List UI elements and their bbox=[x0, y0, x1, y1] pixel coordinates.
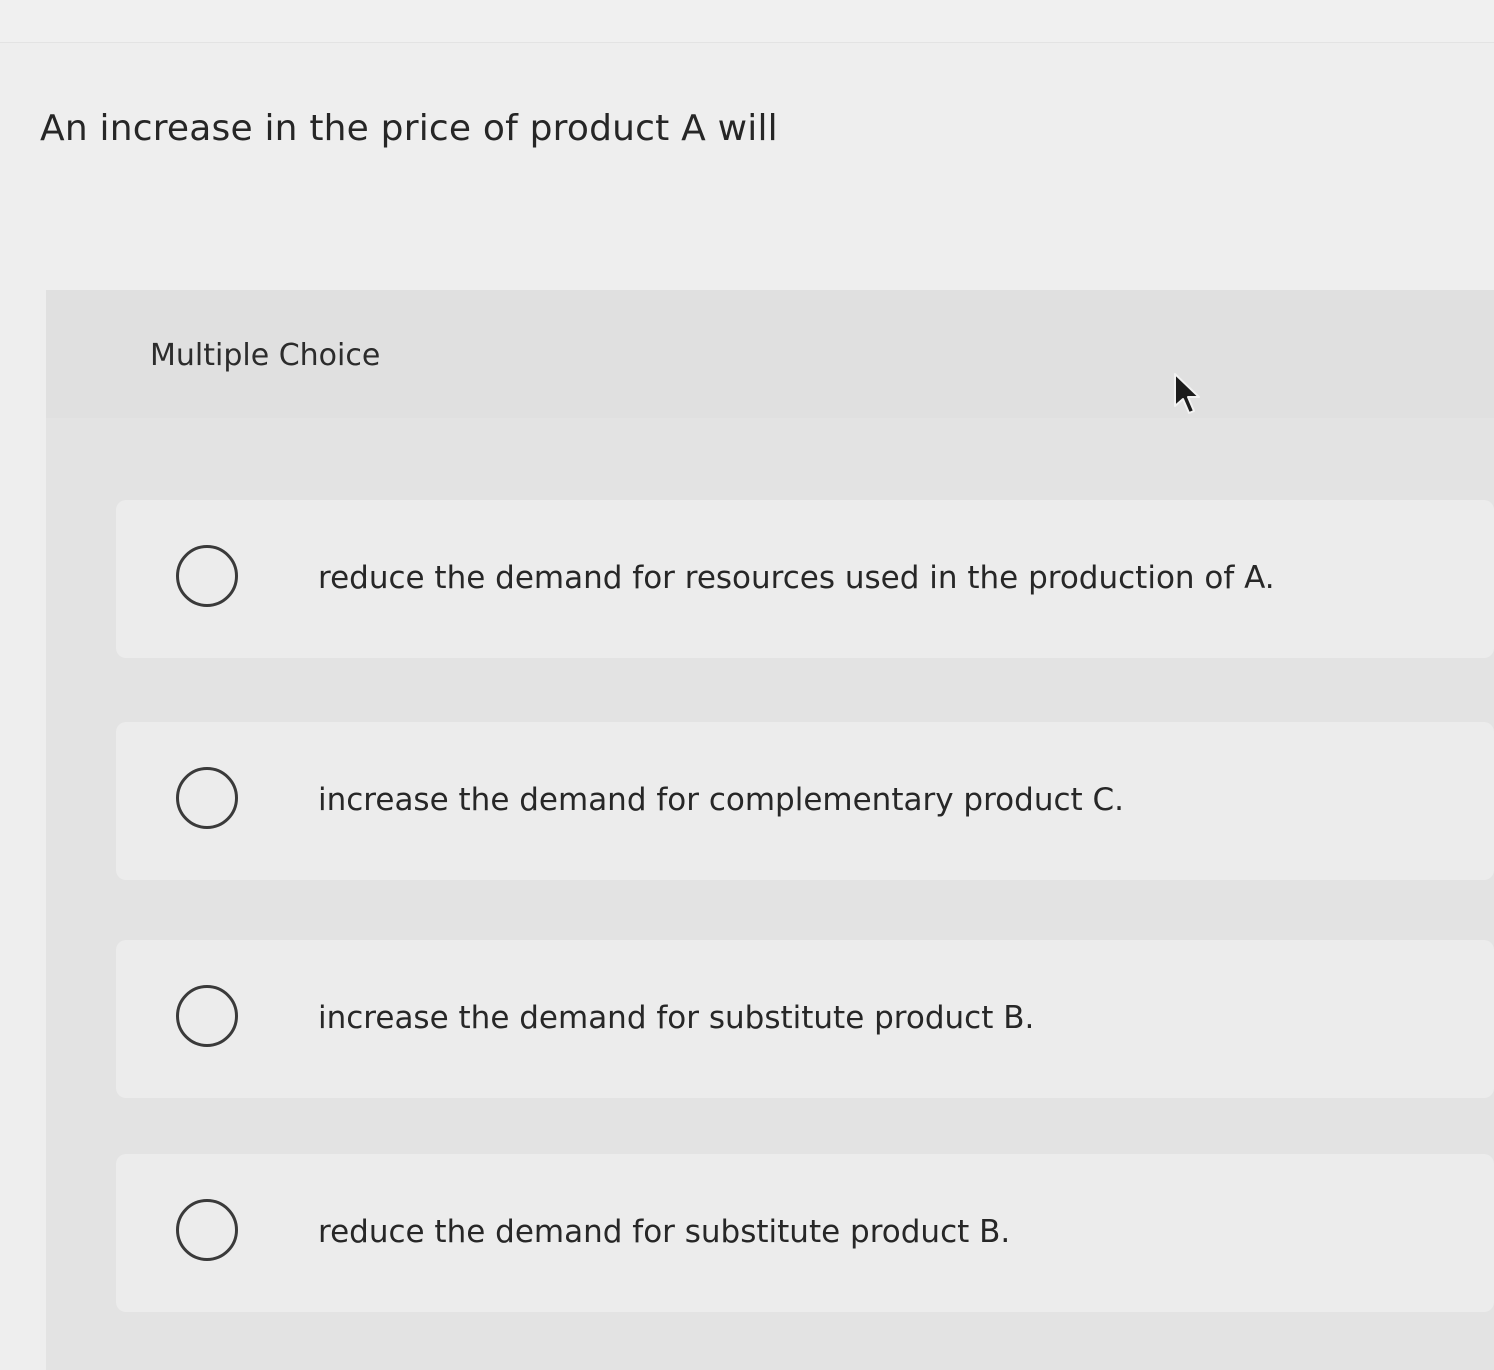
radio-unselected-icon[interactable] bbox=[176, 1199, 238, 1261]
answer-option-text: reduce the demand for substitute product… bbox=[318, 1214, 1011, 1250]
answer-option-text: reduce the demand for resources used in … bbox=[318, 560, 1275, 596]
top-bar bbox=[0, 0, 1494, 43]
answer-option-1[interactable]: reduce the demand for resources used in … bbox=[116, 500, 1494, 658]
radio-unselected-icon[interactable] bbox=[176, 767, 238, 829]
answer-option-3[interactable]: increase the demand for substitute produ… bbox=[116, 940, 1494, 1098]
answer-panel-header: Multiple Choice bbox=[46, 290, 1494, 418]
radio-unselected-icon[interactable] bbox=[176, 545, 238, 607]
question-text: An increase in the price of product A wi… bbox=[40, 108, 778, 149]
answer-option-2[interactable]: increase the demand for complementary pr… bbox=[116, 722, 1494, 880]
radio-unselected-icon[interactable] bbox=[176, 985, 238, 1047]
answer-option-4[interactable]: reduce the demand for substitute product… bbox=[116, 1154, 1494, 1312]
answer-panel: Multiple Choice reduce the demand for re… bbox=[46, 290, 1494, 1370]
answer-option-text: increase the demand for complementary pr… bbox=[318, 782, 1125, 818]
mouse-pointer-icon bbox=[1174, 373, 1200, 414]
answer-option-text: increase the demand for substitute produ… bbox=[318, 1000, 1035, 1036]
question-type-label: Multiple Choice bbox=[150, 338, 381, 373]
